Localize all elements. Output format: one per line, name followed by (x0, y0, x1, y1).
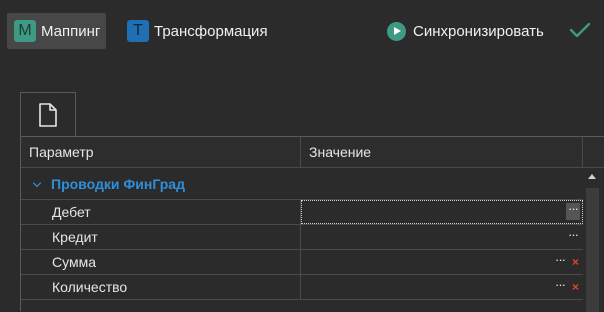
property-name: Количество (21, 275, 301, 299)
group-label: Проводки ФинГрад (51, 175, 185, 192)
header-parameter[interactable]: Параметр (21, 137, 301, 167)
property-value-field[interactable]: ··· × (301, 250, 583, 274)
property-name: Кредит (21, 225, 301, 249)
clear-icon[interactable]: × (572, 250, 579, 274)
synchronize-label: Синхронизировать (413, 22, 544, 40)
ellipsis-button[interactable]: ··· (553, 250, 567, 274)
scroll-up-arrow-icon[interactable] (588, 174, 596, 179)
ellipsis-button[interactable]: ··· (566, 202, 580, 220)
document-tab[interactable] (20, 92, 76, 137)
play-icon (387, 21, 406, 41)
transform-letter-icon: T (127, 20, 149, 42)
property-value-field[interactable]: ··· (301, 225, 583, 249)
vertical-scrollbar[interactable] (583, 168, 602, 312)
property-row-quantity[interactable]: Количество ··· × (21, 275, 583, 300)
transform-tab-button[interactable]: T Трансформация (120, 13, 274, 49)
mapping-label: Маппинг (41, 22, 101, 40)
toolbar: M Маппинг T Трансформация Синхронизирова… (0, 0, 604, 62)
property-grid: Параметр Значение Проводки ФинГрад Дебет… (20, 136, 604, 312)
property-row-credit[interactable]: Кредит ··· (21, 225, 583, 250)
property-panel: Параметр Значение Проводки ФинГрад Дебет… (20, 92, 604, 312)
group-row[interactable]: Проводки ФинГрад (21, 168, 583, 200)
grid-header: Параметр Значение (21, 137, 604, 168)
property-name: Сумма (21, 250, 301, 274)
mapping-letter-icon: M (14, 20, 36, 42)
scroll-thumb[interactable] (586, 188, 599, 312)
ellipsis-button[interactable]: ··· (553, 275, 567, 299)
mapping-tab-button[interactable]: M Маппинг (7, 13, 107, 49)
synchronize-button[interactable]: Синхронизировать (380, 13, 550, 49)
property-row-debit[interactable]: Дебет ··· (21, 200, 583, 225)
document-icon (39, 103, 57, 127)
apply-check-icon[interactable] (569, 21, 591, 39)
chevron-down-icon[interactable] (32, 178, 42, 187)
transform-label: Трансформация (154, 22, 268, 40)
property-name: Дебет (21, 200, 301, 224)
clear-icon[interactable]: × (572, 275, 579, 299)
property-value-field[interactable]: ··· × (301, 275, 583, 299)
property-row-sum[interactable]: Сумма ··· × (21, 250, 583, 275)
property-value-field[interactable]: ··· (301, 200, 583, 224)
header-value[interactable]: Значение (301, 137, 583, 167)
ellipsis-button[interactable]: ··· (566, 225, 580, 249)
